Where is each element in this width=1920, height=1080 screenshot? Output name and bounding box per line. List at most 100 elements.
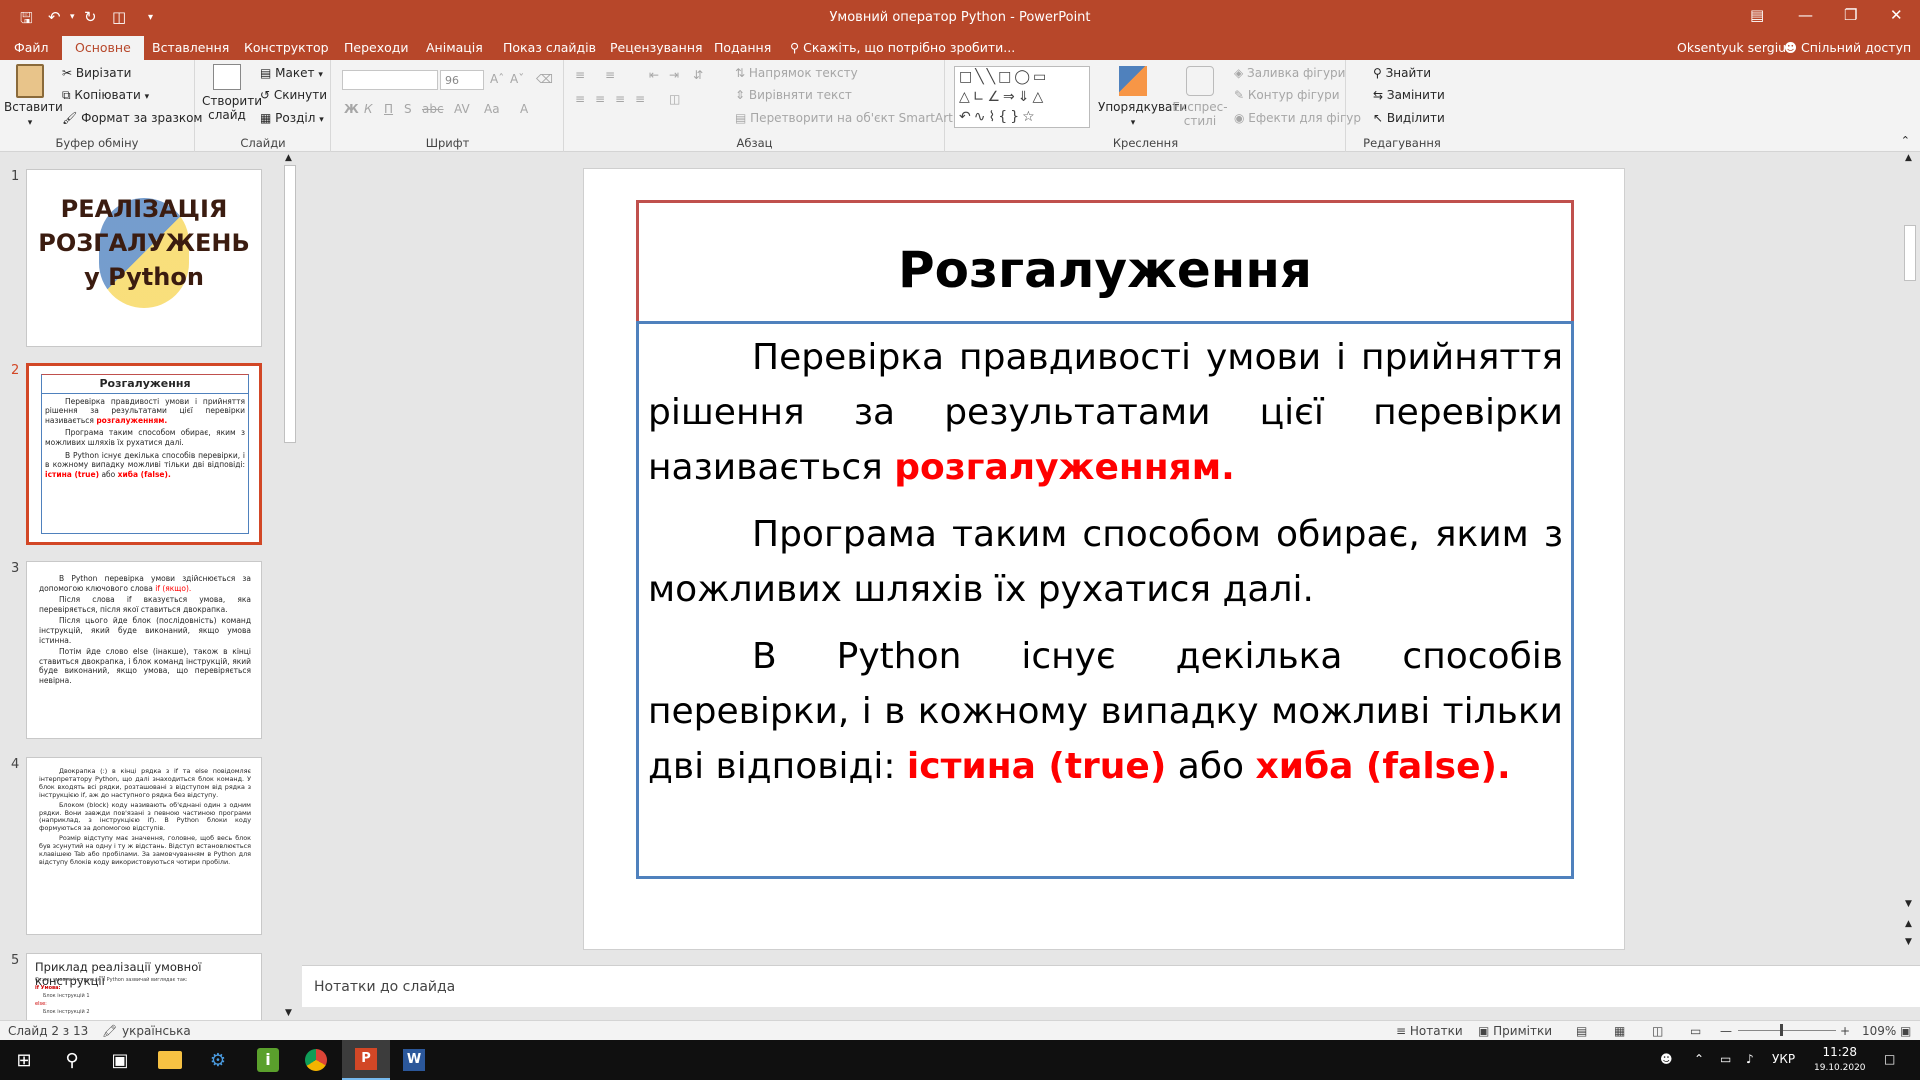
thumbnails-scroll-thumb[interactable] [284, 165, 296, 443]
align-left-icon[interactable]: ≡ [575, 92, 585, 106]
font-color-icon[interactable]: A [520, 102, 528, 116]
shapes-gallery[interactable]: □╲╲□◯▭ △∟∠⇒⇓△ ↶∿⌇{}☆ [954, 66, 1090, 128]
language-indicator[interactable]: українська [122, 1024, 191, 1038]
spacing-icon[interactable]: AV [454, 102, 470, 116]
notes-pane[interactable]: Нотатки до слайда [302, 965, 1920, 1007]
quick-styles-button[interactable]: Експрес-стилі [1172, 66, 1228, 128]
scroll-down-icon[interactable]: ▼ [1905, 899, 1912, 909]
align-center-icon[interactable]: ≡ [595, 92, 605, 106]
change-case-icon[interactable]: Aa [484, 102, 500, 116]
slide-title-box[interactable]: Розгалуження [636, 200, 1574, 322]
slide-body-box[interactable]: Перевірка правдивості умови і прийняття … [636, 321, 1574, 879]
bold-icon[interactable]: Ж [344, 102, 359, 116]
clock[interactable]: 11:28 19.10.2020 [1814, 1044, 1866, 1076]
zoom-out-icon[interactable]: — [1720, 1024, 1732, 1038]
people-icon[interactable]: ☻ [1660, 1052, 1673, 1066]
input-language[interactable]: УКР [1772, 1052, 1795, 1066]
decrease-indent-icon[interactable]: ⇤ [649, 68, 659, 82]
word-taskbar-icon[interactable]: W [390, 1040, 438, 1080]
settings-gear-icon[interactable]: ⚙ [194, 1040, 242, 1080]
editor-scrollbar[interactable]: ▲ ▼ ▲ ▼ [1902, 153, 1918, 961]
tab-transitions[interactable]: Переходи [344, 40, 409, 55]
justify-icon[interactable]: ≡ [635, 92, 645, 106]
spellcheck-icon[interactable]: 🖍 [102, 1024, 117, 1038]
current-slide[interactable]: Розгалуження Перевірка правдивості умови… [583, 168, 1625, 950]
cut-button[interactable]: ✂ Вирізати [62, 66, 131, 80]
italic-icon[interactable]: К [364, 102, 373, 116]
slideshow-view-icon[interactable]: ▭ [1690, 1024, 1701, 1038]
zoom-level[interactable]: 109% [1862, 1024, 1896, 1038]
underline-icon[interactable]: П [384, 102, 393, 116]
tell-me-box[interactable]: ⚲ Скажіть, що потрібно зробити... [790, 40, 1015, 55]
slide-sorter-icon[interactable]: ▦ [1614, 1024, 1625, 1038]
thumbnail-slide-2[interactable]: Розгалуження Перевірка правдивості умови… [26, 363, 262, 545]
numbering-icon[interactable]: ≡ [605, 68, 615, 82]
restore-icon[interactable]: ❐ [1844, 6, 1857, 24]
tab-design[interactable]: Конструктор [244, 40, 329, 55]
info-app-icon[interactable]: i [244, 1040, 292, 1080]
shadow-icon[interactable]: S [404, 102, 412, 116]
windows-start-icon[interactable]: ⊞ [0, 1040, 48, 1080]
user-name[interactable]: Oksentyuk sergiu [1677, 40, 1786, 55]
task-view-icon[interactable]: ▣ [96, 1040, 144, 1080]
fit-to-window-icon[interactable]: ▣ [1900, 1024, 1911, 1038]
editor-scroll-thumb[interactable] [1904, 225, 1916, 281]
shape-fill-button[interactable]: ◈ Заливка фігури [1234, 66, 1345, 80]
reset-button[interactable]: ↺ Скинути [260, 88, 327, 102]
align-right-icon[interactable]: ≡ [615, 92, 625, 106]
tab-view[interactable]: Подання [714, 40, 771, 55]
clear-formatting-icon[interactable]: ⌫ [536, 72, 553, 86]
thumbnail-slide-5[interactable]: Приклад реалізації умовної конструкції О… [26, 953, 262, 1020]
notes-toggle[interactable]: ≡ Нотатки [1396, 1024, 1463, 1038]
tab-animations[interactable]: Анімація [426, 40, 483, 55]
line-spacing-icon[interactable]: ⇵ [693, 68, 703, 82]
arrange-button[interactable]: Упорядкувати ▾ [1098, 66, 1187, 130]
show-hidden-icons[interactable]: ⌃ [1694, 1052, 1704, 1066]
increase-font-icon[interactable]: Aˆ [490, 72, 504, 86]
file-explorer-icon[interactable] [146, 1040, 194, 1080]
tab-review[interactable]: Рецензування [610, 40, 703, 55]
smartart-button[interactable]: ▤ Перетворити на об'єкт SmartArt [735, 111, 953, 125]
tab-insert[interactable]: Вставлення [152, 40, 229, 55]
zoom-slider[interactable] [1738, 1024, 1836, 1036]
strikethrough-icon[interactable]: abc [422, 102, 444, 116]
select-button[interactable]: ↖ Виділити [1373, 111, 1445, 125]
close-icon[interactable]: ✕ [1890, 6, 1903, 24]
tab-slideshow[interactable]: Показ слайдів [503, 40, 596, 55]
normal-view-icon[interactable]: ▤ [1576, 1024, 1587, 1038]
bullets-icon[interactable]: ≡ [575, 68, 585, 82]
collapse-ribbon-icon[interactable]: ⌃ [1901, 134, 1910, 147]
previous-slide-icon[interactable]: ▲ [1905, 919, 1912, 929]
columns-icon[interactable]: ◫ [669, 92, 680, 106]
increase-indent-icon[interactable]: ⇥ [669, 68, 679, 82]
next-slide-icon[interactable]: ▼ [1905, 937, 1912, 947]
zoom-in-icon[interactable]: + [1840, 1024, 1850, 1038]
layout-button[interactable]: ▤ Макет ▾ [260, 66, 323, 80]
thumbnail-slide-1[interactable]: РЕАЛІЗАЦІЯ РОЗГАЛУЖЕНЬ у Python [26, 169, 262, 347]
copy-button[interactable]: ⧉ Копіювати ▾ [62, 88, 149, 103]
format-painter-button[interactable]: 🖌 Формат за зразком [62, 111, 203, 125]
ribbon-display-options-icon[interactable]: ▤ [1750, 6, 1764, 24]
network-icon[interactable]: ▭ [1720, 1052, 1731, 1066]
chrome-icon[interactable] [292, 1040, 340, 1080]
shape-outline-button[interactable]: ✎ Контур фігури [1234, 88, 1340, 102]
align-text-button[interactable]: ⇕ Вирівняти текст [735, 88, 852, 102]
powerpoint-taskbar-icon[interactable]: P [342, 1040, 390, 1080]
tab-file[interactable]: Файл [14, 40, 49, 55]
minimize-icon[interactable]: — [1798, 6, 1813, 24]
scroll-down-icon[interactable]: ▼ [285, 1008, 292, 1018]
notification-center-icon[interactable]: □ [1884, 1052, 1895, 1066]
comments-toggle[interactable]: ▣ Примітки [1478, 1024, 1552, 1038]
paste-button[interactable]: Вставити ▾ [4, 64, 63, 130]
scroll-up-icon[interactable]: ▲ [1905, 153, 1912, 163]
thumbnail-slide-3[interactable]: В Python перевірка умови здійснюється за… [26, 561, 262, 739]
volume-icon[interactable]: ♪ [1746, 1052, 1754, 1066]
scroll-up-icon[interactable]: ▲ [285, 153, 292, 163]
text-direction-button[interactable]: ⇅ Напрямок тексту [735, 66, 858, 80]
font-family-select[interactable] [342, 70, 438, 90]
thumbnails-scrollbar[interactable]: ▲ ▼ [282, 153, 298, 1018]
zoom-slider-thumb[interactable] [1780, 1024, 1783, 1036]
search-icon[interactable]: ⚲ [48, 1040, 96, 1080]
shape-effects-button[interactable]: ◉ Ефекти для фігур [1234, 111, 1361, 125]
reading-view-icon[interactable]: ◫ [1652, 1024, 1663, 1038]
